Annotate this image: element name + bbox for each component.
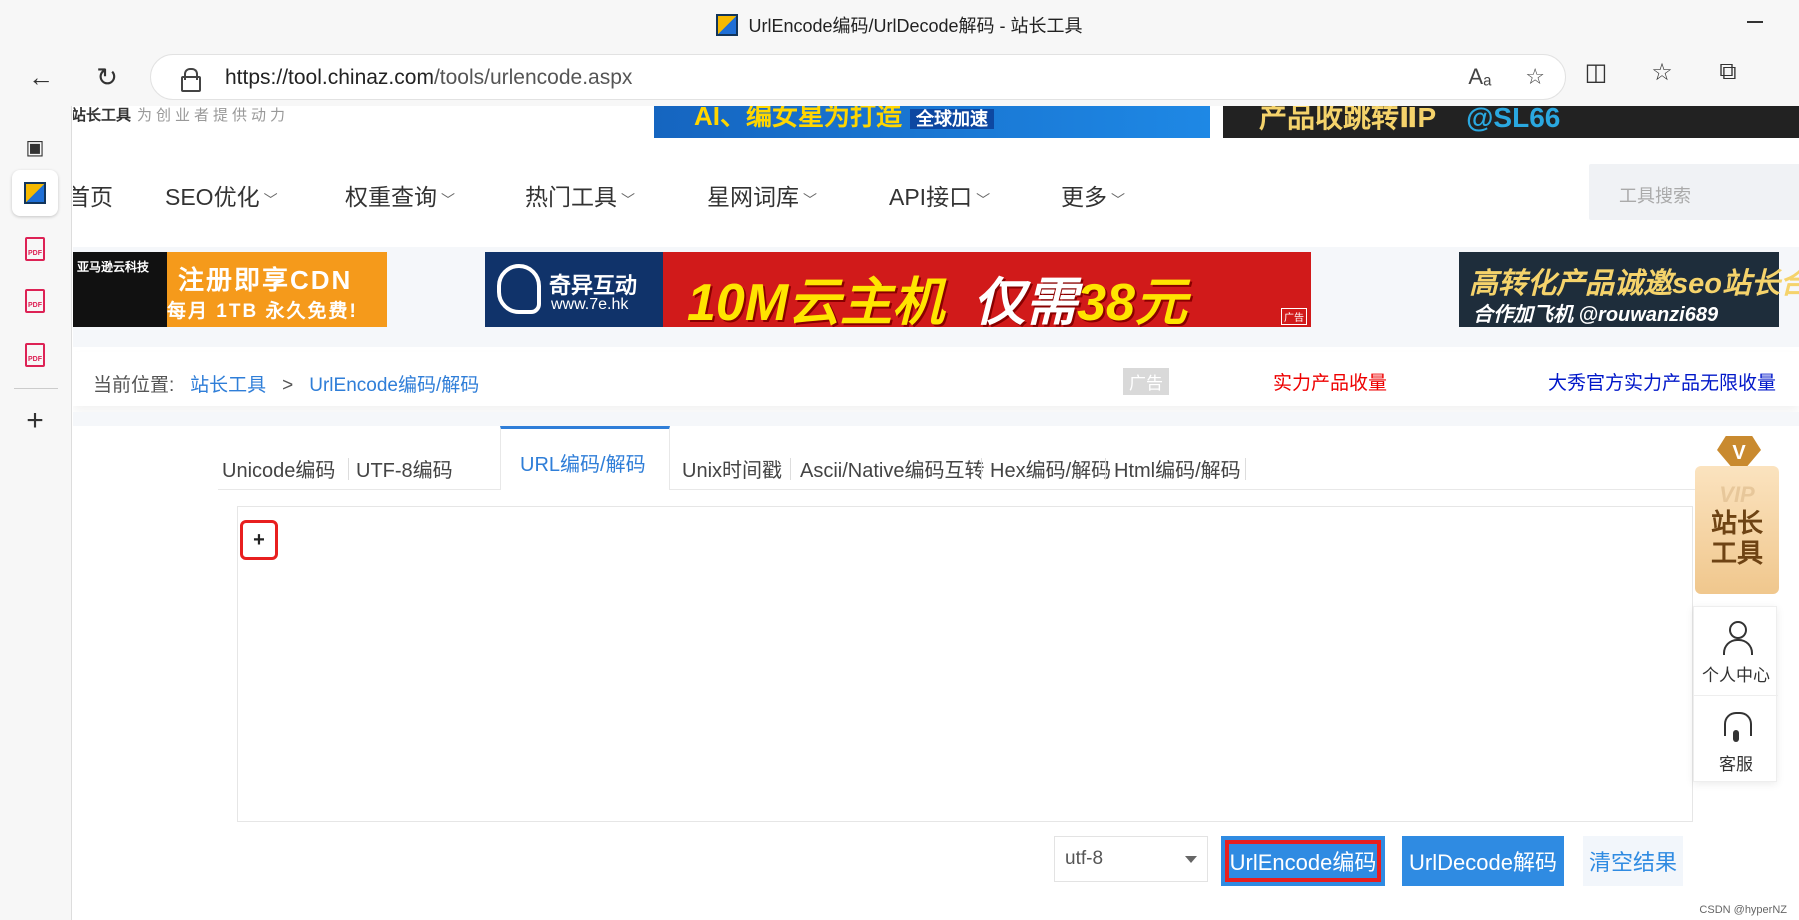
ad-7e-cloud-host[interactable]: 奇异互动 www.7e.hk 10M云主机 仅需38元 广告 [485, 252, 1311, 327]
ad-label: 广告 [1123, 368, 1169, 395]
refresh-button[interactable]: ↻ [88, 58, 126, 96]
top-ad-banner-2[interactable]: 产品收跳转ⅡP @SL66 [1223, 106, 1799, 138]
urldecode-button[interactable]: UrlDecode解码 [1402, 836, 1564, 886]
split-screen-icon[interactable]: ◫ [1580, 58, 1612, 87]
nav-item-home[interactable]: 首页 [73, 178, 113, 212]
text-ad-link[interactable]: 实力产品收量 [1273, 368, 1387, 395]
chevron-down-icon: ﹀ [263, 192, 278, 208]
nav-item-more[interactable]: 更多 ﹀ [1061, 178, 1125, 212]
window-title: UrlEncode编码/UrlDecode解码 - 站长工具 [0, 12, 1799, 38]
qiyi-logo-icon [497, 264, 541, 314]
chevron-down-icon: ﹀ [1111, 192, 1125, 208]
charset-select[interactable]: utf-8 [1054, 836, 1208, 882]
address-bar[interactable]: https://tool.chinaz.com/tools/urlencode.… [150, 54, 1566, 100]
ad-amazon-cdn[interactable]: 亚马逊云科技 注册即享CDN 每月 1TB 永久免费! [73, 252, 387, 327]
clear-result-button[interactable]: 清空结果 [1583, 836, 1683, 886]
add-favorite-icon[interactable]: ☆ [1525, 64, 1545, 90]
tab-chinaz-icon[interactable] [12, 170, 58, 216]
read-aloud-icon[interactable]: Aₐ [1468, 64, 1491, 90]
ad-tag: 广告 [1281, 308, 1307, 325]
customer-service-button[interactable]: 客服 [1694, 696, 1778, 784]
site-favicon-icon [716, 14, 739, 36]
action-row: utf-8 UrlEncode编码 UrlDecode解码 清空结果 [73, 836, 1799, 892]
nav-item-ciku[interactable]: 星网词库 ﹀ [707, 178, 817, 212]
back-button[interactable]: ← [22, 58, 60, 96]
watermark-text: CSDN @hyperNZ [1699, 904, 1787, 916]
floating-side-panel: 个人中心 客服 [1693, 606, 1778, 784]
nav-item-weight[interactable]: 权重查询 ﹀ [345, 178, 455, 212]
breadcrumb-bar: 当前位置: 站长工具 > UrlEncode编码/解码 广告 实力产品收量 大秀官方… [73, 352, 1799, 406]
tab-unicode[interactable]: Unicode编码 [222, 454, 335, 483]
main-nav: 首页 SEO优化 ﹀ 权重查询 ﹀ 热门工具 ﹀ 星网词库 ﹀ API接口 ﹀ 更多 ﹀ [73, 154, 1799, 224]
breadcrumb-home-link[interactable]: 站长工具 [190, 375, 266, 396]
chevron-down-icon: ﹀ [803, 192, 817, 208]
ad-seo-partner[interactable]: 高转化产品诚邀seo站长合作 合作加飞机 @rouwanzi689 [1459, 252, 1799, 327]
breadcrumb-current-link[interactable]: UrlEncode编码/解码 [309, 375, 479, 396]
tab-ascii-native[interactable]: Ascii/Native编码互转 [800, 454, 984, 483]
text-ad-link-2[interactable]: 大秀官方实力产品无限收量 [1548, 368, 1776, 395]
urlencode-button[interactable]: UrlEncode编码 [1221, 836, 1385, 886]
web-page: 站长工具 为创业者提供动力 AI、编女星为打造 全球加速 产品收跳转ⅡP @SL66 … [73, 106, 1799, 920]
chevron-down-icon: ﹀ [621, 192, 635, 208]
textarea-content-highlight[interactable]: + [240, 520, 278, 560]
url-text[interactable]: https://tool.chinaz.com/tools/urlencode.… [225, 66, 632, 90]
window-titlebar: UrlEncode编码/UrlDecode解码 - 站长工具 [0, 0, 1799, 48]
tab-hex[interactable]: Hex编码/解码 [990, 454, 1111, 483]
user-icon [1721, 621, 1753, 655]
tab-utf8[interactable]: UTF-8编码 [356, 454, 453, 483]
collections-icon[interactable]: ⧉ [1712, 58, 1744, 87]
nav-item-api[interactable]: API接口 ﹀ [889, 178, 990, 212]
tool-tabs: Unicode编码 UTF-8编码 URL编码/解码 Unix时间戳 Ascii… [218, 426, 1758, 490]
chevron-down-icon: ﹀ [441, 192, 455, 208]
tab-pdf-icon[interactable]: PDF [12, 226, 58, 272]
tool-search-input[interactable]: 工具搜索 [1589, 164, 1799, 220]
tab-unix-time[interactable]: Unix时间戳 [682, 454, 782, 483]
tab-pdf-icon[interactable]: PDF [12, 332, 58, 378]
tab-url-encode[interactable]: URL编码/解码 [520, 448, 646, 477]
new-tab-plus-icon[interactable]: + [12, 398, 58, 444]
lock-icon[interactable] [181, 68, 201, 92]
site-brand[interactable]: 站长工具 为创业者提供动力 [73, 106, 289, 125]
minimize-button[interactable] [1747, 21, 1763, 23]
favorites-icon[interactable]: ☆ [1646, 58, 1678, 87]
chevron-down-icon: ﹀ [976, 192, 991, 208]
sidebar-divider [14, 388, 58, 389]
tab-actions-icon[interactable]: ▣ [12, 124, 58, 170]
browser-vertical-tabs: ▣ PDF PDF PDF + [0, 106, 72, 920]
nav-item-seo[interactable]: SEO优化 ﹀ [165, 178, 278, 212]
nav-item-hot-tools[interactable]: 热门工具 ﹀ [525, 178, 635, 212]
tab-html[interactable]: Html编码/解码 [1114, 454, 1241, 483]
input-textarea[interactable] [237, 506, 1693, 822]
ad-banner-row: 亚马逊云科技 注册即享CDN 每月 1TB 永久免费! 奇异互动 www.7e.… [73, 247, 1799, 347]
headset-icon [1721, 710, 1752, 744]
user-center-button[interactable]: 个人中心 [1694, 607, 1778, 695]
caret-down-icon [1185, 856, 1197, 863]
top-ad-banner[interactable]: AI、编女星为打造 全球加速 [654, 106, 1210, 138]
browser-toolbar: ← ↻ https://tool.chinaz.com/tools/urlenc… [0, 48, 1799, 106]
tab-pdf-icon[interactable]: PDF [12, 278, 58, 324]
breadcrumb: 当前位置: 站长工具 > UrlEncode编码/解码 [93, 375, 480, 396]
